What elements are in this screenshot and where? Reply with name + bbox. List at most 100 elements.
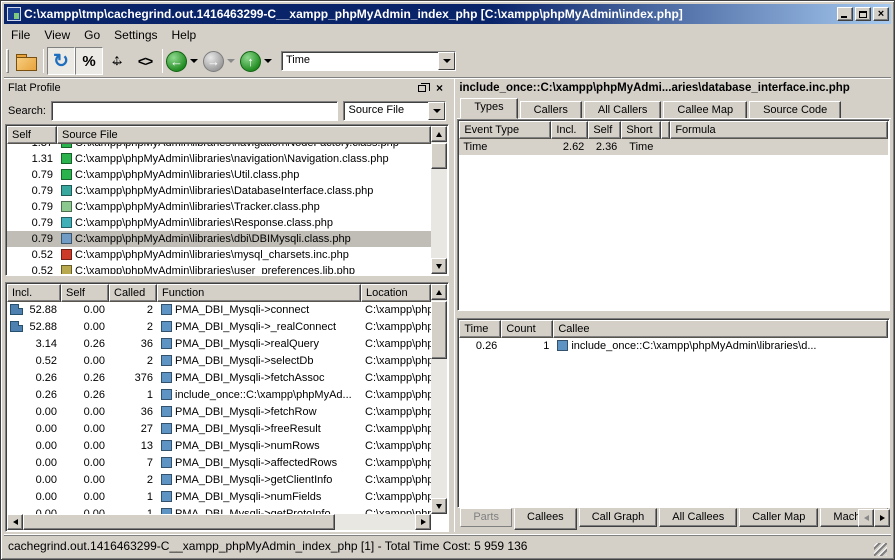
toolbar-drag-handle[interactable] — [6, 49, 9, 73]
group-by-combo[interactable]: Source File — [343, 101, 446, 121]
function-row[interactable]: 0.26 0.26 1 include_once::C:\xampp\phpMy… — [7, 387, 431, 404]
source-file-row[interactable]: 1.31 C:\xampp\phpMyAdmin\libraries\navig… — [7, 151, 431, 167]
column-header-self[interactable]: Self — [61, 284, 109, 302]
vertical-scrollbar[interactable] — [431, 126, 447, 274]
callee-row[interactable]: 0.26 1 include_once::C:\xampp\phpMyAdmin… — [459, 338, 888, 354]
source-file-row[interactable]: 0.79 C:\xampp\phpMyAdmin\libraries\Respo… — [7, 215, 431, 231]
horizontal-scrollbar[interactable] — [7, 514, 431, 530]
bottom-tab[interactable]: Callees — [514, 508, 577, 530]
title-bar[interactable]: C:\xampp\tmp\cachegrind.out.1416463299-C… — [4, 4, 891, 24]
column-header-time[interactable]: Time — [459, 320, 501, 338]
function-row[interactable]: 0.00 0.00 7 PMA_DBI_Mysqli->affectedRows… — [7, 455, 431, 472]
function-row[interactable]: 0.00 0.00 2 PMA_DBI_Mysqli->getClientInf… — [7, 472, 431, 489]
open-file-button[interactable] — [12, 47, 40, 75]
dock-title-bar[interactable]: Flat Profile × — [4, 79, 450, 97]
source-file-row[interactable]: 1.37 C:\xampp\phpMyAdmin\libraries\navig… — [7, 144, 431, 151]
up-dropdown-arrow-icon[interactable] — [264, 59, 272, 63]
menu-item[interactable]: Settings — [107, 26, 164, 44]
column-header-self[interactable]: Self — [7, 126, 57, 144]
bottom-tab[interactable]: Call Graph — [579, 508, 658, 527]
scrollbar-thumb[interactable] — [431, 143, 447, 169]
function-row[interactable]: 0.26 0.26 376 PMA_DBI_Mysqli->fetchAssoc… — [7, 370, 431, 387]
bottom-tab[interactable]: Caller Map — [739, 508, 818, 527]
combo-dropdown-button[interactable] — [438, 52, 455, 70]
source-file-row[interactable]: 0.79 C:\xampp\phpMyAdmin\libraries\Util.… — [7, 167, 431, 183]
scrollbar-thumb[interactable] — [23, 514, 335, 530]
event-type-row[interactable]: Time 2.62 2.36 Time — [459, 139, 888, 155]
tab-scroll-right-button[interactable] — [874, 509, 890, 527]
column-header-function[interactable]: Function — [157, 284, 361, 302]
column-header-self[interactable]: Self — [588, 121, 621, 139]
back-dropdown-arrow-icon[interactable] — [190, 59, 198, 63]
function-row[interactable]: 0.52 0.00 2 PMA_DBI_Mysqli->selectDb C:\… — [7, 353, 431, 370]
function-row[interactable]: 0.00 0.00 36 PMA_DBI_Mysqli->fetchRow C:… — [7, 404, 431, 421]
event-type-combo[interactable]: Time — [281, 51, 456, 71]
detail-tab[interactable]: Source Code — [749, 101, 841, 119]
scroll-up-button[interactable] — [431, 284, 447, 300]
up-button[interactable]: ↑ — [240, 51, 261, 72]
detail-tab[interactable]: Callee Map — [663, 101, 747, 119]
flat-profile-dock: Flat Profile × Search: Source File Self … — [4, 79, 450, 532]
column-header-location[interactable]: Location — [361, 284, 431, 302]
detail-tab[interactable]: Callers — [520, 101, 582, 119]
source-file-row[interactable]: 0.79 C:\xampp\phpMyAdmin\libraries\dbi\D… — [7, 231, 431, 247]
function-row[interactable]: 52.88 0.00 2 PMA_DBI_Mysqli->connect C:\… — [7, 302, 431, 319]
function-row[interactable]: 0.00 0.00 1 PMA_DBI_Mysqli->numFields C:… — [7, 489, 431, 506]
menu-item[interactable]: View — [37, 26, 77, 44]
column-header-formula[interactable]: Formula — [670, 121, 888, 139]
search-input[interactable] — [51, 101, 339, 121]
back-button[interactable]: ← — [166, 51, 187, 72]
maximize-button[interactable] — [855, 7, 871, 21]
menu-item[interactable]: Go — [77, 26, 107, 44]
scroll-up-button[interactable] — [431, 126, 447, 142]
source-file-row[interactable]: 0.52 C:\xampp\phpMyAdmin\libraries\user_… — [7, 263, 431, 274]
column-header-incl[interactable]: Incl. — [7, 284, 61, 302]
function-icon — [161, 457, 172, 468]
column-header-source-file[interactable]: Source File — [57, 126, 431, 144]
combo-dropdown-button[interactable] — [428, 102, 445, 120]
function-row[interactable]: 3.14 0.26 36 PMA_DBI_Mysqli->realQuery C… — [7, 336, 431, 353]
bottom-tab[interactable]: Parts — [460, 508, 512, 527]
column-header-callee[interactable]: Callee — [553, 320, 888, 338]
reload-button[interactable]: ↻ — [47, 47, 75, 75]
vertical-scrollbar[interactable] — [431, 284, 447, 514]
cycle-detection-button[interactable]: ↔↕ — [103, 47, 131, 75]
function-row[interactable]: 0.00 0.00 27 PMA_DBI_Mysqli->freeResult … — [7, 421, 431, 438]
self-cell: 0.26 — [61, 336, 109, 353]
scroll-right-button[interactable] — [415, 514, 431, 530]
column-header-called[interactable]: Called — [109, 284, 157, 302]
incl-cell: 0.26 — [7, 370, 61, 387]
relative-percent-button[interactable]: % — [75, 47, 103, 75]
close-button[interactable]: × — [873, 7, 889, 21]
source-file-row[interactable]: 0.52 C:\xampp\phpMyAdmin\libraries\mysql… — [7, 247, 431, 263]
minimize-button[interactable] — [837, 7, 853, 21]
resize-grip[interactable] — [874, 543, 887, 556]
shorten-templates-button[interactable]: <> — [131, 47, 159, 75]
scroll-down-button[interactable] — [431, 258, 447, 274]
called-cell: 13 — [109, 438, 157, 455]
menu-item[interactable]: File — [4, 26, 37, 44]
function-row[interactable]: 0.00 0.00 13 PMA_DBI_Mysqli->numRows C:\… — [7, 438, 431, 455]
function-row[interactable]: 0.00 0.00 1 PMA_DBI_Mysqli->getProtoInfo… — [7, 506, 431, 514]
dock-float-button[interactable] — [415, 82, 429, 95]
detail-splitter[interactable] — [457, 311, 891, 318]
function-row[interactable]: 52.88 0.00 2 PMA_DBI_Mysqli->_realConnec… — [7, 319, 431, 336]
source-file-row[interactable]: 0.79 C:\xampp\phpMyAdmin\libraries\Track… — [7, 199, 431, 215]
file-cell: C:\xampp\phpMyAdmin\libraries\dbi\DBIMys… — [57, 231, 431, 247]
main-area: Flat Profile × Search: Source File Self … — [4, 79, 891, 532]
column-header-event-type[interactable]: Event Type — [459, 121, 551, 139]
column-header-count[interactable]: Count — [501, 320, 553, 338]
scrollbar-thumb[interactable] — [431, 301, 447, 359]
column-header-short[interactable]: Short — [621, 121, 661, 139]
column-header-incl[interactable]: Incl. — [551, 121, 588, 139]
detail-tab[interactable]: Types — [460, 98, 517, 119]
scroll-left-button[interactable] — [7, 514, 23, 530]
detail-tab[interactable]: All Callers — [584, 101, 662, 119]
callees-table: Time Count Callee 0.26 1 include_once::C… — [457, 318, 890, 508]
bottom-tab[interactable]: All Callees — [659, 508, 737, 527]
scroll-down-button[interactable] — [431, 498, 447, 514]
dock-close-button[interactable]: × — [432, 82, 446, 95]
called-cell: 1 — [109, 387, 157, 404]
menu-item[interactable]: Help — [165, 26, 204, 44]
source-file-row[interactable]: 0.79 C:\xampp\phpMyAdmin\libraries\Datab… — [7, 183, 431, 199]
